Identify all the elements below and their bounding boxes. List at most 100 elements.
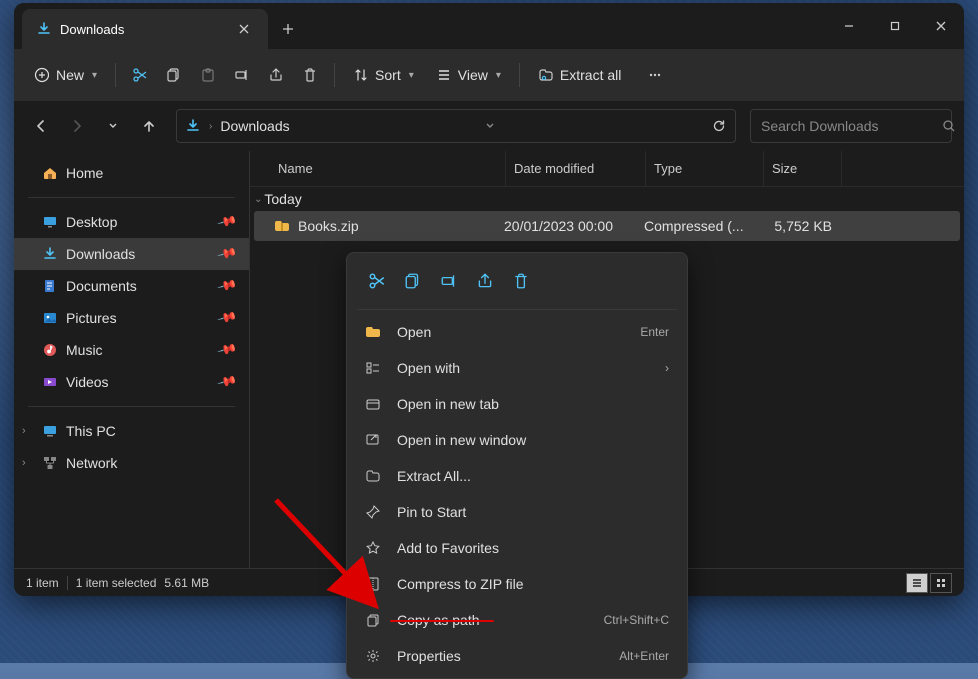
refresh-button[interactable]	[711, 118, 727, 134]
toolbar: New ▾ Sort ▾ View ▾ Extract all	[14, 49, 964, 101]
ctx-label: Copy as path	[397, 612, 480, 628]
ctx-pin-start[interactable]: Pin to Start	[351, 494, 683, 530]
address-dropdown-button[interactable]	[485, 121, 495, 131]
sidebar-item-downloads[interactable]: Downloads 📌	[14, 238, 249, 270]
tab-downloads[interactable]: Downloads	[22, 9, 268, 49]
ctx-label: Open in new tab	[397, 396, 499, 412]
pin-icon: 📌	[216, 243, 238, 265]
folder-icon	[365, 324, 383, 340]
rename-button[interactable]	[226, 61, 258, 89]
documents-icon	[42, 278, 58, 294]
sidebar-item-desktop[interactable]: Desktop 📌	[14, 206, 249, 238]
sidebar-item-label: Desktop	[66, 214, 117, 230]
sidebar-item-documents[interactable]: Documents 📌	[14, 270, 249, 302]
new-tab-button[interactable]	[268, 9, 308, 49]
sidebar-item-videos[interactable]: Videos 📌	[14, 366, 249, 398]
pin-icon: 📌	[216, 371, 238, 393]
sort-button[interactable]: Sort ▾	[343, 61, 424, 89]
window-controls	[826, 3, 964, 49]
cut-button[interactable]	[124, 61, 156, 89]
ctx-compress[interactable]: Compress to ZIP file	[351, 566, 683, 602]
chevron-right-icon: ›	[665, 361, 669, 375]
sort-label: Sort	[375, 67, 401, 83]
status-selected-size: 5.61 MB	[164, 576, 209, 590]
breadcrumb-segment[interactable]: Downloads	[220, 118, 289, 134]
column-label: Date modified	[514, 161, 594, 176]
ctx-share-button[interactable]	[469, 265, 501, 297]
more-button[interactable]	[639, 61, 671, 89]
ctx-extract-all[interactable]: Extract All...	[351, 458, 683, 494]
thumbnails-view-button[interactable]	[930, 573, 952, 593]
pin-icon: 📌	[216, 211, 238, 233]
copy-button[interactable]	[158, 61, 190, 89]
extract-icon	[538, 67, 554, 83]
file-date: 20/01/2023 00:00	[504, 218, 644, 234]
ctx-copy-as-path[interactable]: Copy as path Ctrl+Shift+C	[351, 602, 683, 638]
sidebar-item-label: Home	[66, 165, 103, 181]
pc-icon	[42, 423, 58, 439]
up-button[interactable]	[134, 111, 164, 141]
chevron-down-icon: ⌄	[254, 194, 262, 205]
ctx-copy-button[interactable]	[397, 265, 429, 297]
extract-all-button[interactable]: Extract all	[528, 61, 631, 89]
properties-icon	[365, 648, 383, 664]
view-button[interactable]: View ▾	[426, 61, 511, 89]
ctx-delete-button[interactable]	[505, 265, 537, 297]
sidebar-item-network[interactable]: › Network	[14, 447, 249, 479]
chevron-right-icon[interactable]: ›	[22, 425, 26, 437]
file-row[interactable]: Books.zip 20/01/2023 00:00 Compressed (.…	[254, 211, 960, 241]
column-size[interactable]: Size	[764, 151, 842, 186]
sidebar-item-music[interactable]: Music 📌	[14, 334, 249, 366]
ctx-label: Compress to ZIP file	[397, 576, 524, 592]
column-label: Name	[278, 161, 313, 176]
back-button[interactable]	[26, 111, 56, 141]
minimize-button[interactable]	[826, 3, 872, 49]
new-button[interactable]: New ▾	[24, 61, 107, 89]
chevron-right-icon[interactable]: ›	[22, 457, 26, 469]
newwindow-icon	[365, 432, 383, 448]
ctx-label: Open	[397, 324, 431, 340]
ctx-rename-button[interactable]	[433, 265, 465, 297]
ctx-shortcut: Ctrl+Shift+C	[604, 613, 669, 627]
details-view-button[interactable]	[906, 573, 928, 593]
address-bar[interactable]: › Downloads	[176, 109, 736, 143]
group-today[interactable]: ⌄ Today	[250, 187, 964, 211]
file-type: Compressed (...	[644, 218, 762, 234]
ctx-cut-button[interactable]	[361, 265, 393, 297]
search-box[interactable]	[750, 109, 952, 143]
ctx-open-new-tab[interactable]: Open in new tab	[351, 386, 683, 422]
column-name[interactable]: Name	[250, 151, 506, 186]
sidebar-item-home[interactable]: Home	[14, 157, 249, 189]
ctx-open-new-window[interactable]: Open in new window	[351, 422, 683, 458]
maximize-button[interactable]	[872, 3, 918, 49]
sort-icon	[353, 67, 369, 83]
ctx-open-with[interactable]: Open with ›	[351, 350, 683, 386]
sidebar-item-pictures[interactable]: Pictures 📌	[14, 302, 249, 334]
recent-locations-button[interactable]	[98, 111, 128, 141]
ctx-add-favorites[interactable]: Add to Favorites	[351, 530, 683, 566]
tab-close-icon[interactable]	[234, 19, 254, 39]
search-input[interactable]	[761, 118, 942, 134]
status-selected: 1 item selected	[76, 576, 157, 590]
ellipsis-icon	[647, 67, 663, 83]
pin-icon: 📌	[216, 339, 238, 361]
context-icon-row	[351, 257, 683, 305]
forward-button[interactable]	[62, 111, 92, 141]
column-date[interactable]: Date modified	[506, 151, 646, 186]
paste-button[interactable]	[192, 61, 224, 89]
sidebar-item-label: Pictures	[66, 310, 117, 326]
videos-icon	[42, 374, 58, 390]
column-type[interactable]: Type	[646, 151, 764, 186]
separator	[115, 63, 116, 87]
paste-icon	[200, 67, 216, 83]
delete-button[interactable]	[294, 61, 326, 89]
column-headers: Name Date modified Type Size	[250, 151, 964, 187]
ctx-properties[interactable]: Properties Alt+Enter	[351, 638, 683, 674]
nav-row: › Downloads	[14, 101, 964, 151]
ctx-open[interactable]: Open Enter	[351, 314, 683, 350]
newtab-icon	[365, 396, 383, 412]
share-button[interactable]	[260, 61, 292, 89]
separator	[28, 406, 235, 407]
sidebar-item-thispc[interactable]: › This PC	[14, 415, 249, 447]
close-window-button[interactable]	[918, 3, 964, 49]
